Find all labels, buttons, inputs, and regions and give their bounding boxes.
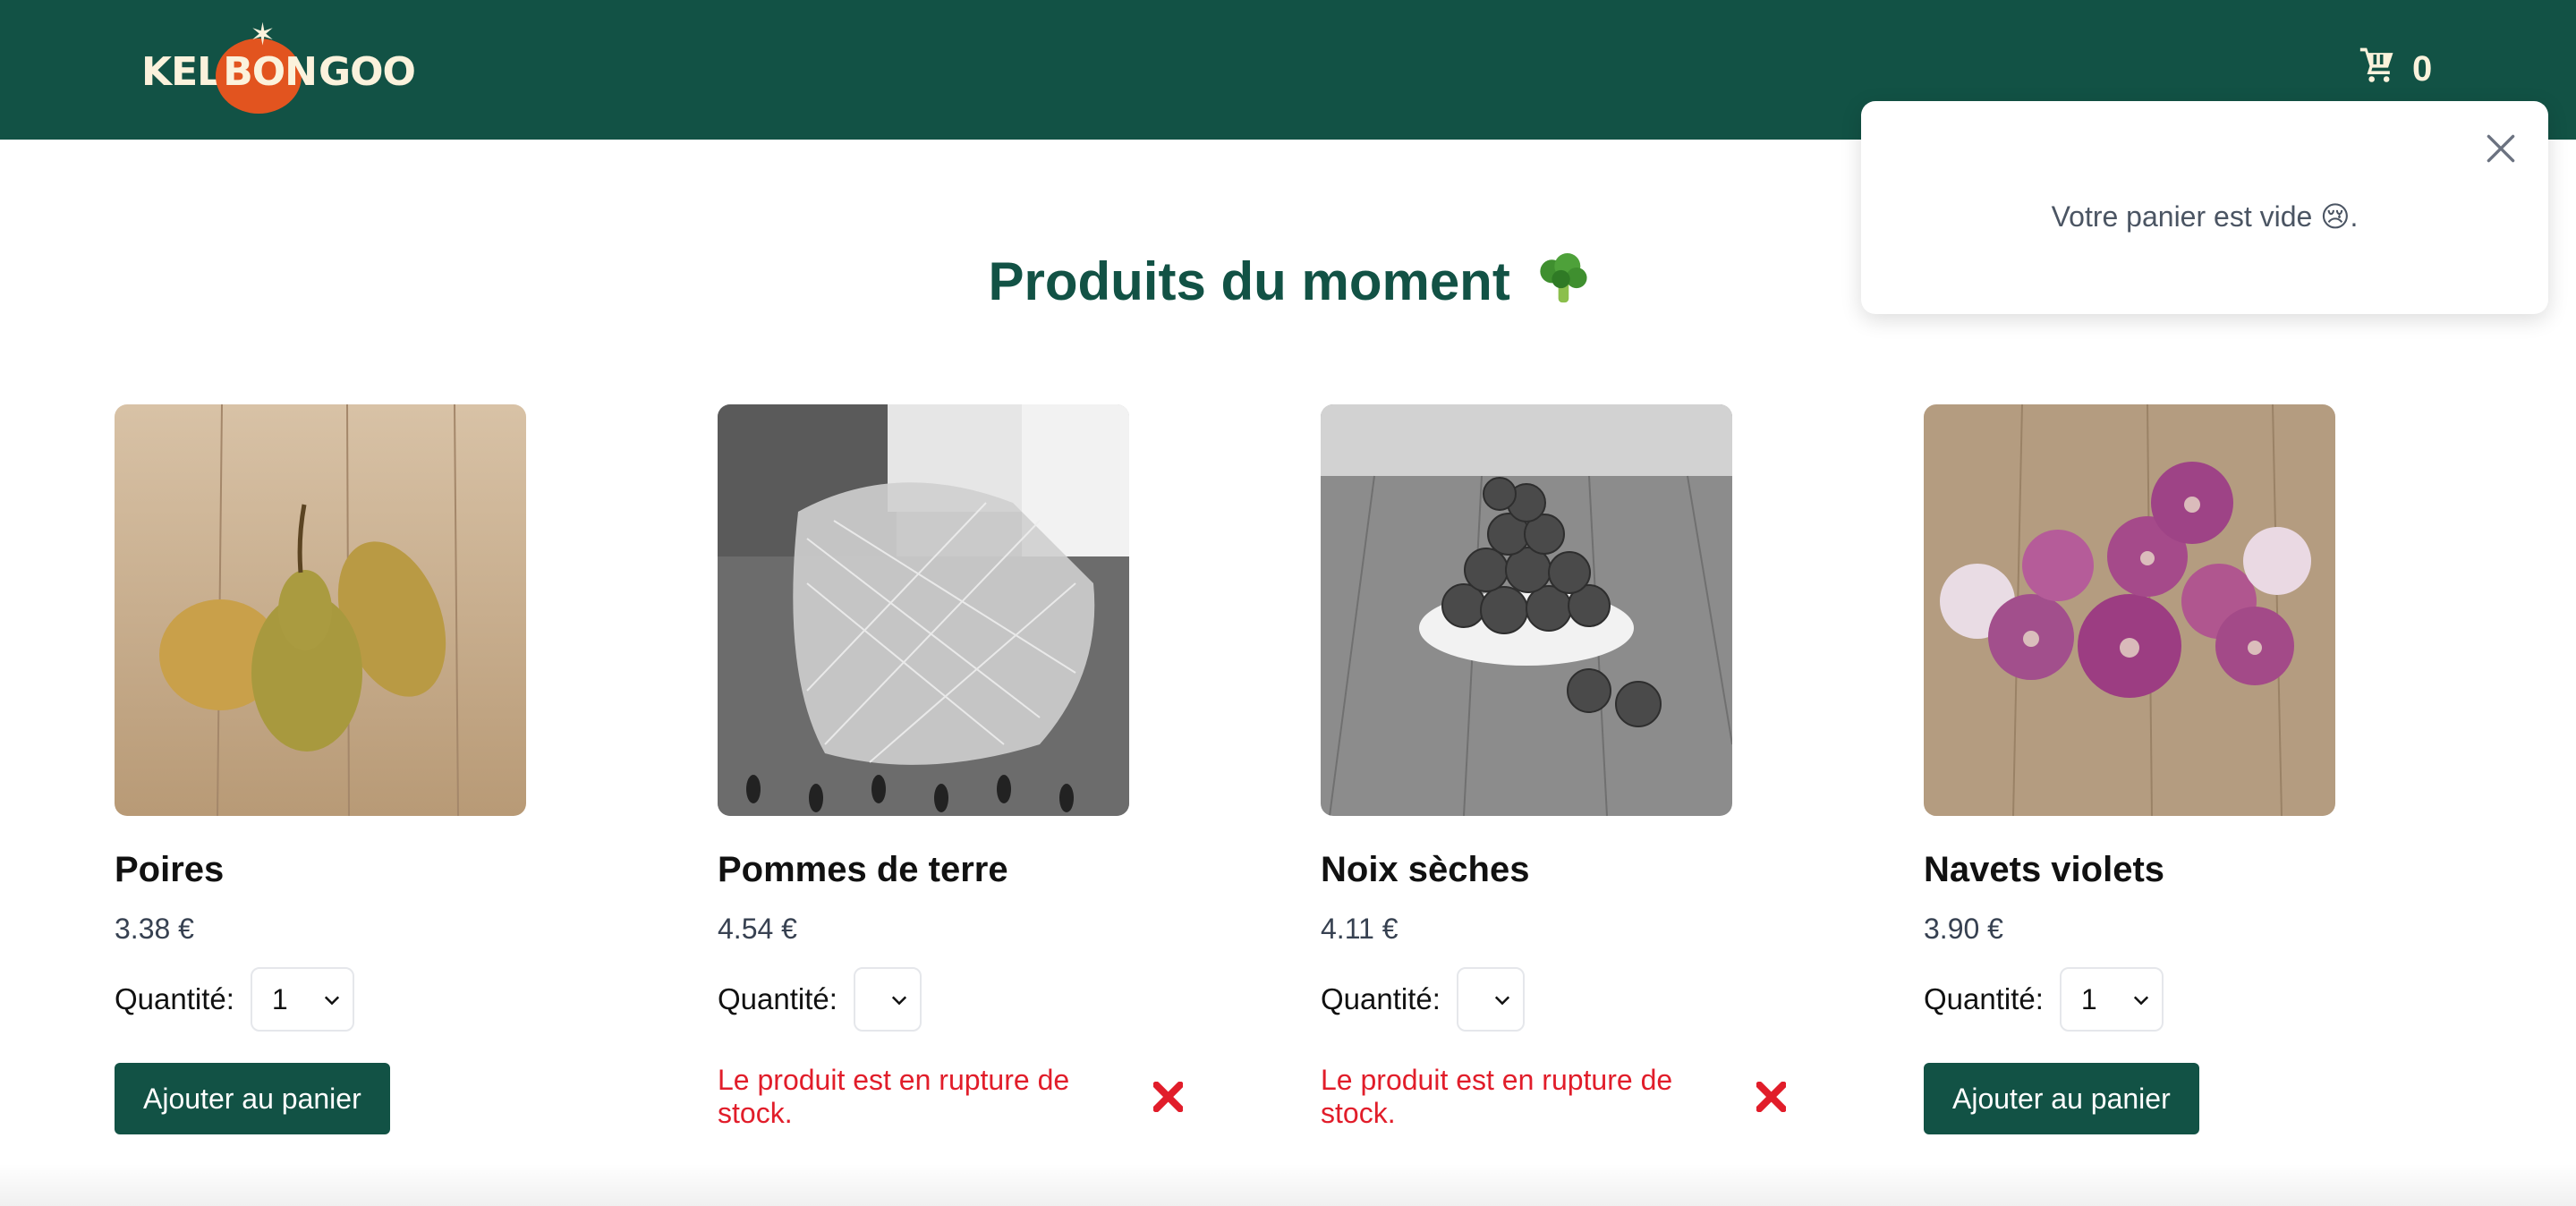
product-card: Poires 3.38 € Quantité: 1 Ajouter au pan… [115,404,580,1134]
chevron-down-icon [891,996,907,1006]
logo-text-bon: BON [223,48,318,95]
out-of-stock-text: Le produit est en rupture de stock. [718,1064,1070,1129]
product-price: 4.11 € [1321,913,1399,945]
cart-count: 0 [2412,48,2433,89]
product-price: 4.54 € [718,913,797,945]
quantity-row: Quantité: [1321,964,1786,1034]
product-image-turnips [1924,404,2335,816]
product-name: Poires [115,850,225,889]
logo-text-goo: GOO [318,48,416,95]
product-card: Navets violets 3.90 € Quantité: 1 Ajoute… [1924,404,2389,1134]
chevron-down-icon [2133,996,2149,1006]
empty-cart-message: Votre panier est vide 😢. [2051,200,2359,233]
tomato-leaf-icon: ✶ [250,16,275,53]
quantity-select[interactable] [1456,967,1525,1032]
quantity-label: Quantité: [1924,982,2044,1015]
quantity-select[interactable] [853,967,922,1032]
product-card: Pommes de terre 4.54 € Quantité: Le prod… [718,404,1183,1129]
out-of-stock-message: Le produit est en rupture de stock. [1321,1064,1786,1129]
product-name: Navets violets [1924,850,2165,889]
quantity-row: Quantité: 1 [1924,964,2389,1034]
quantity-row: Quantité: 1 [115,964,580,1034]
cart-button[interactable]: 0 [2359,45,2432,93]
product-name: Pommes de terre [718,850,1008,889]
product-card: Noix sèches 4.11 € Quantité: Le produit … [1321,404,1786,1129]
out-of-stock-message: Le produit est en rupture de stock. [718,1064,1183,1129]
shopping-cart-icon [2359,45,2398,93]
logo-text-kel: KEL [141,48,222,95]
quantity-select[interactable]: 1 [250,967,354,1032]
quantity-value: 1 [2080,982,2097,1015]
out-of-stock-text: Le produit est en rupture de stock. [1321,1064,1673,1129]
quantity-select[interactable]: 1 [2059,967,2164,1032]
bottom-shadow [0,1163,2576,1206]
quantity-value: 1 [271,982,288,1015]
chevron-down-icon [324,996,340,1006]
close-icon[interactable] [2486,133,2516,164]
add-to-cart-button[interactable]: Ajouter au panier [1924,1063,2199,1134]
quantity-label: Quantité: [1321,982,1441,1015]
cart-popup: Votre panier est vide 😢. [1861,101,2548,314]
quantity-row: Quantité: [718,964,1183,1034]
red-cross-icon [1756,1082,1786,1112]
quantity-label: Quantité: [718,982,837,1015]
product-price: 3.90 € [1924,913,2003,945]
add-to-cart-button[interactable]: Ajouter au panier [115,1063,390,1134]
product-price: 3.38 € [115,913,194,945]
kelbongoo-logo[interactable]: KEL ✶ BON GOO [141,17,416,116]
quantity-label: Quantité: [115,982,234,1015]
product-image-pears [115,404,526,816]
broccoli-icon [1536,253,1588,305]
page-title-text: Produits du moment [988,251,1510,311]
red-cross-icon [1152,1082,1183,1112]
logo-tomato: ✶ BON [216,17,318,114]
chevron-down-icon [1494,996,1510,1006]
product-name: Noix sèches [1321,850,1530,889]
product-image-potatoes [718,404,1129,816]
product-image-walnuts [1321,404,1732,816]
